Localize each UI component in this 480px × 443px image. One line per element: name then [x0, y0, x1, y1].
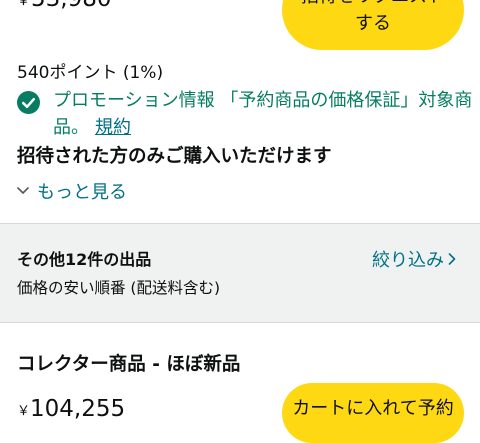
- cart-button-label: カートに入れて予約: [292, 398, 454, 419]
- currency-symbol: ￥: [17, 404, 31, 419]
- offer-price: ￥104,255: [17, 396, 125, 422]
- check-circle-icon: [17, 91, 40, 114]
- terms-link[interactable]: 規約: [95, 117, 131, 138]
- invite-only-notice: 招待された方のみご購入いただけます: [17, 146, 332, 167]
- add-to-cart-preorder-button[interactable]: カートに入れて予約: [282, 383, 464, 443]
- chevron-right-icon: [448, 253, 456, 265]
- request-invitation-button[interactable]: 招待をリクエスト する: [282, 0, 464, 50]
- see-more-label: もっと見る: [37, 182, 127, 203]
- divider: [0, 322, 480, 323]
- request-button-label-line1: 招待をリクエスト: [301, 0, 445, 10]
- see-more-link[interactable]: もっと見る: [17, 178, 127, 204]
- sort-order-label: 価格の安い順番 (配送料含む): [17, 279, 221, 297]
- request-button-label-line2: する: [355, 13, 391, 34]
- other-sellers-count: その他12件の出品: [17, 250, 152, 269]
- filter-label: 絞り込み: [372, 250, 444, 271]
- offer-condition: コレクター商品 - ほぼ新品: [17, 354, 241, 375]
- price: ￥53,980: [17, 0, 112, 12]
- price-value: 53,980: [31, 0, 111, 12]
- currency-symbol: ￥: [17, 0, 31, 9]
- chevron-down-icon: [17, 187, 29, 194]
- other-sellers-section: [0, 224, 480, 322]
- promotion-info: プロモーション情報 「予約商品の価格保証」対象商品。 規約: [53, 87, 473, 141]
- filter-button[interactable]: 絞り込み: [372, 246, 456, 272]
- points-info: 540ポイント (1%): [17, 63, 164, 83]
- offer-price-value: 104,255: [30, 396, 126, 422]
